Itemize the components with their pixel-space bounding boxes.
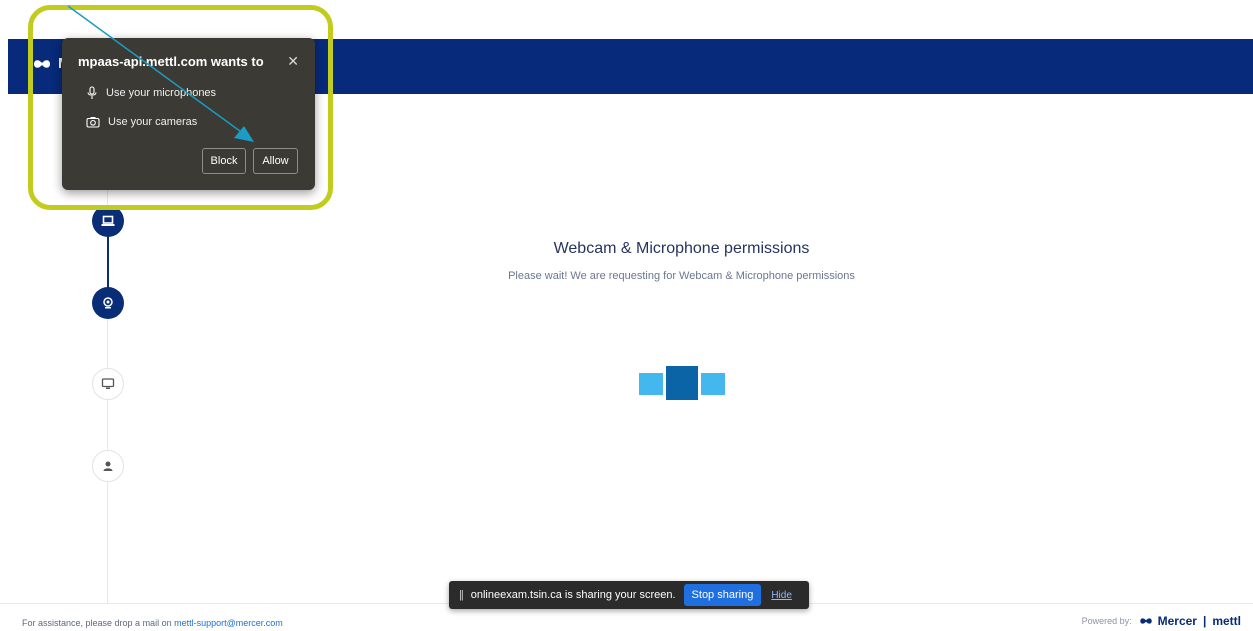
loader-square-left [639, 373, 663, 395]
stop-sharing-button[interactable]: Stop sharing [683, 584, 762, 606]
monitor-icon [101, 378, 115, 389]
brand-separator: | [1202, 614, 1207, 628]
share-message: onlineexam.tsin.ca is sharing your scree… [470, 589, 676, 601]
laptop-icon [101, 215, 115, 226]
footer-powered-by: Powered by: Mercer | mettl [1082, 614, 1241, 628]
page-subtitle: Please wait! We are requesting for Webca… [508, 270, 855, 282]
user-icon [103, 461, 113, 471]
step-screen-share [92, 368, 124, 400]
mercer-brand: Mercer [1138, 614, 1197, 628]
mercer-logo-icon [1139, 618, 1152, 624]
loader-square-right [701, 373, 725, 395]
hide-link[interactable]: Hide [771, 590, 792, 601]
footer-assistance: For assistance, please drop a mail on me… [22, 618, 283, 628]
powered-by-label: Powered by: [1081, 616, 1132, 626]
loader-square-center [666, 366, 698, 400]
page-title: Webcam & Microphone permissions [553, 240, 810, 257]
support-email-link[interactable]: mettl-support@mercer.com [174, 618, 283, 628]
footer-assist-text: For assistance, please drop a mail on [22, 618, 172, 628]
step-webcam [92, 287, 124, 319]
mettl-brand: mettl [1212, 614, 1241, 628]
screen-share-bar: || onlineexam.tsin.ca is sharing your sc… [449, 581, 809, 609]
drag-handle-icon[interactable]: || [459, 589, 464, 601]
annotation-highlight [28, 5, 333, 210]
mercer-brand-text: Mercer [1157, 614, 1197, 628]
webcam-icon [103, 297, 113, 309]
step-identity [92, 450, 124, 482]
loading-indicator [639, 366, 727, 400]
